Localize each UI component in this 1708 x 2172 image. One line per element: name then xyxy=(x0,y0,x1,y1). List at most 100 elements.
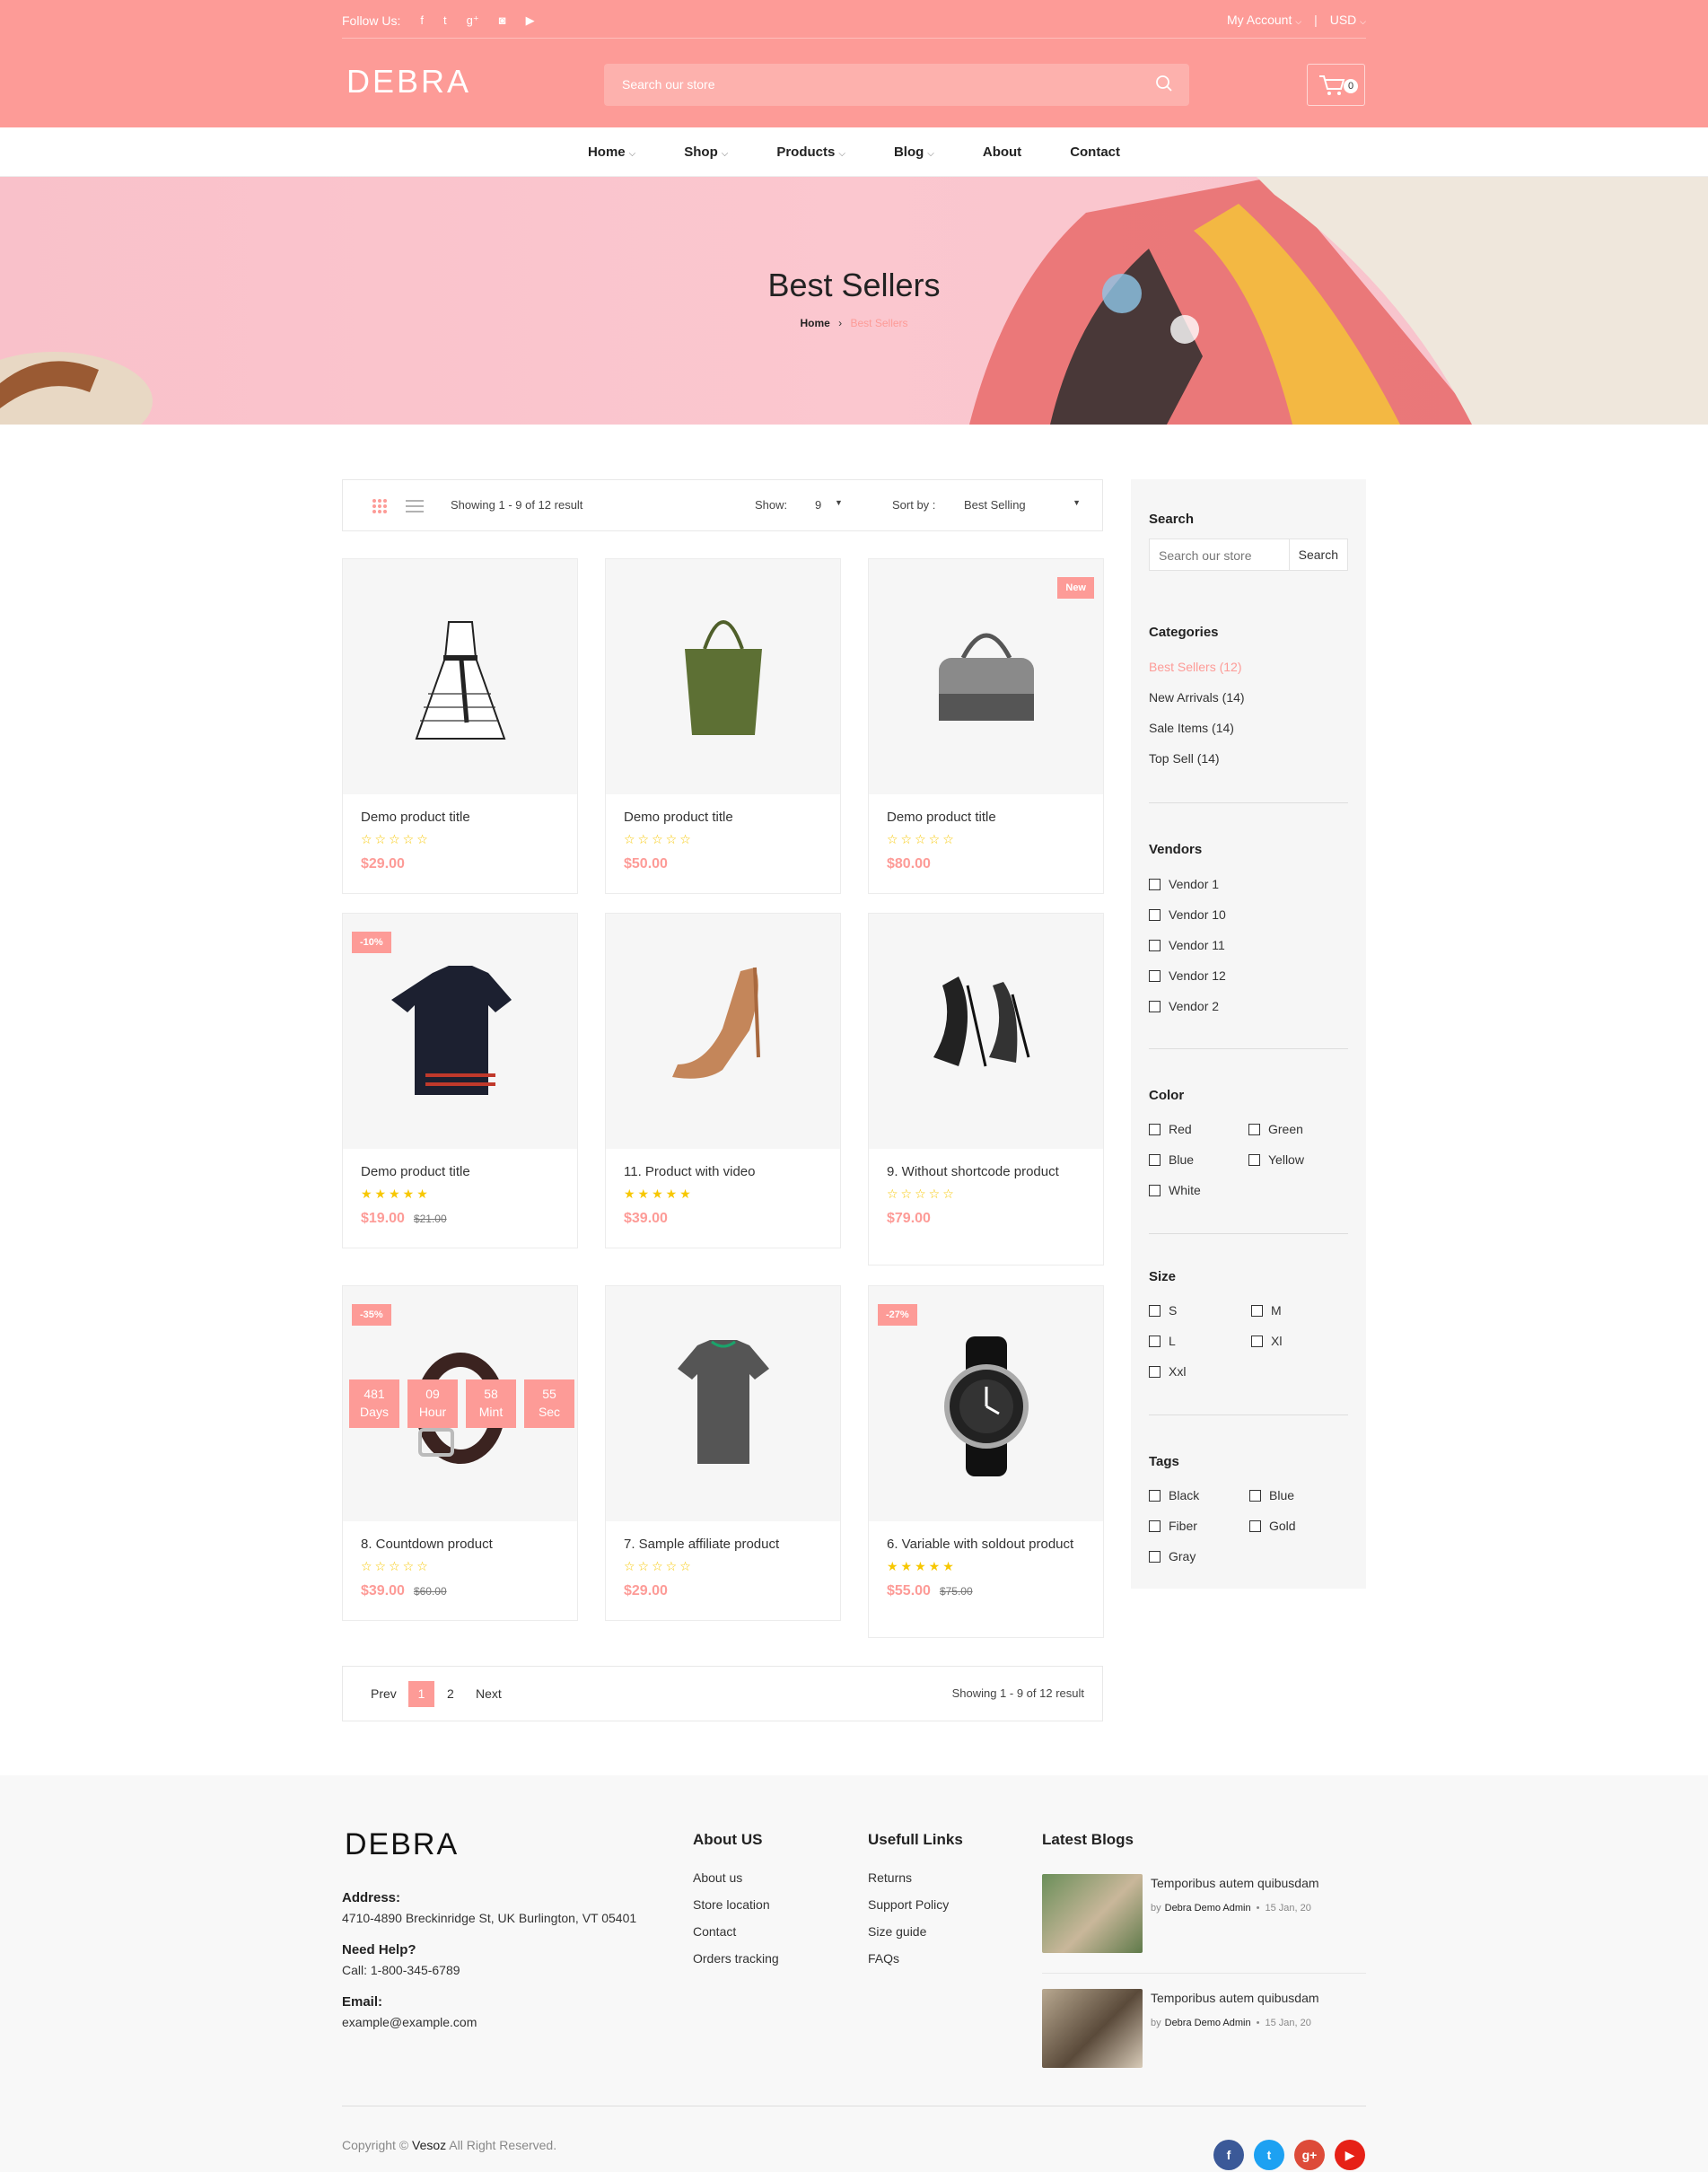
prev-page-link[interactable]: Prev xyxy=(371,1686,397,1701)
footer-link[interactable]: Returns xyxy=(868,1870,912,1885)
checkbox-icon[interactable] xyxy=(1249,1520,1261,1532)
product-card[interactable]: Demo product title ☆☆☆☆☆ $29.00 xyxy=(342,558,578,894)
youtube-icon[interactable]: ▶ xyxy=(1335,2140,1365,2170)
product-title[interactable]: Demo product title xyxy=(887,809,1085,827)
search-icon[interactable] xyxy=(1155,74,1173,92)
footer-link[interactable]: FAQs xyxy=(868,1951,899,1966)
product-image[interactable] xyxy=(606,559,840,794)
checkbox-icon[interactable] xyxy=(1149,969,1161,982)
footer-link[interactable]: Support Policy xyxy=(868,1897,949,1912)
product-image[interactable]: -27% xyxy=(869,1286,1103,1521)
youtube-icon[interactable]: ▶ xyxy=(526,13,535,27)
nav-item-blog[interactable]: Blog ⌵ xyxy=(894,145,934,160)
page-2-link[interactable]: 2 xyxy=(447,1686,454,1701)
cart-button[interactable]: 0 xyxy=(1307,64,1365,106)
checkbox-icon[interactable] xyxy=(1249,1489,1261,1502)
checkbox-icon[interactable] xyxy=(1149,1489,1161,1502)
size-filter-l[interactable]: L xyxy=(1149,1334,1176,1348)
twitter-icon[interactable]: t xyxy=(443,13,447,27)
site-logo[interactable]: DEBRA xyxy=(346,63,471,101)
nav-item-products[interactable]: Products ⌵ xyxy=(776,145,845,160)
checkbox-icon[interactable] xyxy=(1149,1550,1161,1563)
checkbox-icon[interactable] xyxy=(1149,1335,1161,1347)
size-filter-m[interactable]: M xyxy=(1251,1303,1282,1318)
checkbox-icon[interactable] xyxy=(1149,1000,1161,1012)
sidebar-search-input[interactable]: Search our store xyxy=(1159,548,1252,563)
checkbox-icon[interactable] xyxy=(1149,1184,1161,1196)
size-filter-xxl[interactable]: Xxl xyxy=(1149,1364,1186,1379)
checkbox-icon[interactable] xyxy=(1149,878,1161,890)
twitter-icon[interactable]: t xyxy=(1254,2140,1284,2170)
tag-filter-blue[interactable]: Blue xyxy=(1249,1488,1294,1502)
product-card[interactable]: -35% 481 Days 09 Hour 58 Mint 55 Sec 8. Countdown… xyxy=(342,1285,578,1621)
tag-filter-black[interactable]: Black xyxy=(1149,1488,1199,1502)
footer-link[interactable]: Contact xyxy=(693,1924,736,1939)
product-title[interactable]: 9. Without shortcode product xyxy=(887,1163,1085,1181)
color-filter-red[interactable]: Red xyxy=(1149,1122,1192,1136)
product-image[interactable] xyxy=(869,914,1103,1149)
product-card[interactable]: Demo product title ☆☆☆☆☆ $50.00 xyxy=(605,558,841,894)
size-filter-s[interactable]: S xyxy=(1149,1303,1177,1318)
product-title[interactable]: 7. Sample affiliate product xyxy=(624,1536,822,1554)
vendor-filter-vendor-2[interactable]: Vendor 2 xyxy=(1149,999,1219,1013)
email-text[interactable]: example@example.com xyxy=(342,2015,477,2029)
vendor-filter-vendor-11[interactable]: Vendor 11 xyxy=(1149,938,1225,952)
checkbox-icon[interactable] xyxy=(1149,1153,1161,1166)
product-image[interactable] xyxy=(606,914,840,1149)
nav-item-contact[interactable]: Contact xyxy=(1070,145,1120,160)
category-link[interactable]: Top Sell (14) xyxy=(1149,751,1220,766)
copyright-brand[interactable]: Vesoz xyxy=(412,2138,446,2152)
search-input[interactable]: Search our store xyxy=(622,77,715,92)
nav-item-home[interactable]: Home ⌵ xyxy=(588,145,635,160)
size-filter-xl[interactable]: Xl xyxy=(1251,1334,1282,1348)
blog-thumbnail[interactable] xyxy=(1042,1874,1143,1953)
footer-link[interactable]: About us xyxy=(693,1870,742,1885)
instagram-icon[interactable]: ◙ xyxy=(499,13,506,27)
google-plus-icon[interactable]: g⁺ xyxy=(467,13,479,27)
product-card[interactable]: 11. Product with video ★★★★★ $39.00 xyxy=(605,913,841,1248)
product-card[interactable]: New Demo product title ☆☆☆☆☆ $80.00 xyxy=(868,558,1104,894)
facebook-icon[interactable]: f xyxy=(420,13,424,27)
next-page-link[interactable]: Next xyxy=(476,1686,502,1701)
blog-author[interactable]: Debra Demo Admin xyxy=(1165,2018,1251,2028)
blog-author[interactable]: Debra Demo Admin xyxy=(1165,1903,1251,1914)
product-title[interactable]: Demo product title xyxy=(361,1163,559,1181)
footer-logo[interactable]: DEBRA xyxy=(345,1827,459,1862)
checkbox-icon[interactable] xyxy=(1149,1304,1161,1317)
checkbox-icon[interactable] xyxy=(1248,1123,1260,1135)
sort-select[interactable]: Best Selling ▼ xyxy=(964,498,1081,512)
tag-filter-gray[interactable]: Gray xyxy=(1149,1549,1196,1563)
product-image[interactable]: New xyxy=(869,559,1103,794)
page-1-link[interactable]: 1 xyxy=(408,1681,434,1707)
product-image[interactable]: -10% xyxy=(343,914,577,1149)
product-image[interactable] xyxy=(343,559,577,794)
nav-item-about[interactable]: About xyxy=(983,145,1021,160)
google-plus-icon[interactable]: g+ xyxy=(1294,2140,1325,2170)
facebook-icon[interactable]: f xyxy=(1213,2140,1244,2170)
blog-title[interactable]: Temporibus autem quibusdam xyxy=(1151,1991,1319,2005)
checkbox-icon[interactable] xyxy=(1248,1153,1260,1166)
footer-link[interactable]: Store location xyxy=(693,1897,770,1912)
checkbox-icon[interactable] xyxy=(1149,939,1161,951)
blog-thumbnail[interactable] xyxy=(1042,1989,1143,2068)
vendor-filter-vendor-12[interactable]: Vendor 12 xyxy=(1149,968,1226,983)
show-select[interactable]: 9 ▼ xyxy=(815,498,869,512)
footer-link[interactable]: Size guide xyxy=(868,1924,926,1939)
product-title[interactable]: 8. Countdown product xyxy=(361,1536,559,1554)
product-card[interactable]: 9. Without shortcode product ☆☆☆☆☆ $79.00 xyxy=(868,913,1104,1266)
checkbox-icon[interactable] xyxy=(1251,1304,1263,1317)
product-image[interactable] xyxy=(606,1286,840,1521)
product-title[interactable]: 6. Variable with soldout product xyxy=(887,1536,1085,1554)
color-filter-blue[interactable]: Blue xyxy=(1149,1152,1194,1167)
checkbox-icon[interactable] xyxy=(1149,908,1161,921)
nav-item-shop[interactable]: Shop ⌵ xyxy=(684,145,728,160)
currency-select[interactable]: USD ⌵ xyxy=(1330,13,1366,27)
tag-filter-gold[interactable]: Gold xyxy=(1249,1519,1296,1533)
checkbox-icon[interactable] xyxy=(1251,1335,1263,1347)
my-account-link[interactable]: My Account ⌵ xyxy=(1227,13,1301,27)
checkbox-icon[interactable] xyxy=(1149,1123,1161,1135)
product-card[interactable]: -27% 6. Variable with soldout product ★★★★… xyxy=(868,1285,1104,1638)
category-link[interactable]: New Arrivals (14) xyxy=(1149,690,1245,705)
header-search[interactable]: Search our store xyxy=(604,64,1189,106)
color-filter-white[interactable]: White xyxy=(1149,1183,1201,1197)
